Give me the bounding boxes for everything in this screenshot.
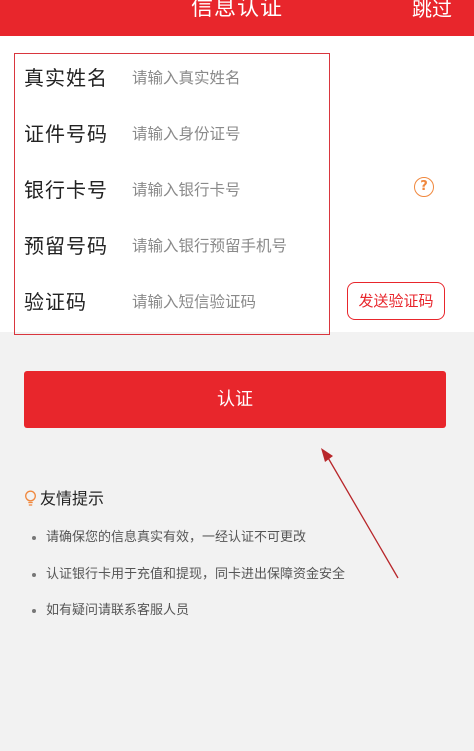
page-title: 信息认证 — [190, 0, 283, 21]
submit-button[interactable]: 认证 — [24, 371, 446, 428]
bullet-dot-icon — [32, 609, 36, 613]
bullet-dot-icon — [32, 536, 36, 540]
name-input[interactable] — [132, 64, 332, 92]
form-row-phone: 预留号码 — [0, 218, 474, 274]
bank-card-input[interactable] — [132, 176, 332, 204]
form-row-id-number: 证件号码 — [0, 106, 474, 162]
sms-code-input[interactable] — [132, 288, 332, 316]
form-row-name: 真实姓名 — [0, 50, 474, 106]
bullet-dot-icon — [32, 573, 36, 577]
skip-button[interactable]: 跳过 — [412, 0, 452, 19]
id-number-input[interactable] — [132, 120, 332, 148]
question-circle-icon[interactable]: ? — [414, 177, 434, 197]
tips-title: 友情提示 — [40, 489, 105, 508]
sms-code-label: 验证码 — [24, 290, 87, 314]
app-header: 信息认证 跳过 — [0, 0, 474, 36]
form-row-bank-card: 银行卡号 — [0, 162, 474, 218]
send-code-button[interactable]: 发送验证码 — [347, 282, 445, 320]
tip-text: 如有疑问请联系客服人员 — [46, 603, 190, 618]
phone-label: 预留号码 — [24, 234, 108, 258]
bank-card-label: 银行卡号 — [24, 178, 108, 202]
phone-input[interactable] — [132, 232, 332, 260]
lightbulb-icon — [25, 490, 36, 506]
tip-text: 请确保您的信息真实有效，一经认证不可更改 — [46, 530, 307, 545]
tip-text: 认证银行卡用于充值和提现，同卡进出保障资金安全 — [46, 567, 346, 582]
id-number-label: 证件号码 — [24, 122, 108, 146]
name-label: 真实姓名 — [24, 66, 108, 90]
